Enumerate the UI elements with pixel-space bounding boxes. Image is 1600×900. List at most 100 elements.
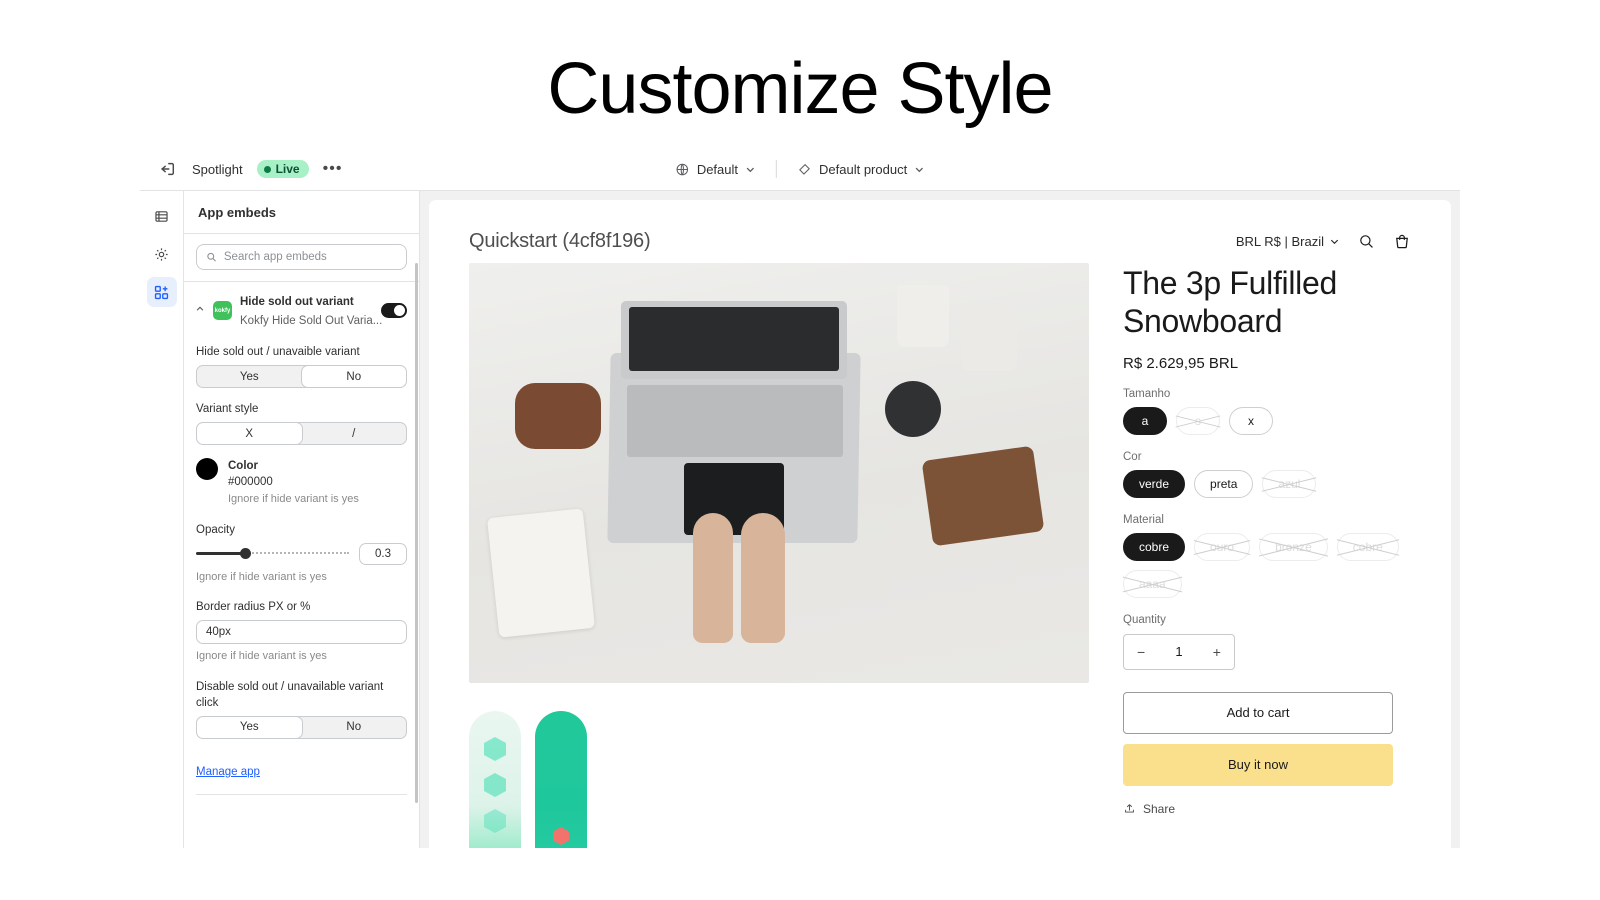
- status-badge-label: Live: [275, 162, 300, 176]
- color-swatch[interactable]: [196, 458, 218, 481]
- app-logo-icon: kokfy: [213, 301, 232, 321]
- option-label-cor: Cor: [1123, 450, 1142, 463]
- editor-icon-rail: [140, 191, 184, 848]
- theme-selector[interactable]: Default: [665, 158, 766, 181]
- variant-pill-unavailable: bronze: [1259, 532, 1328, 561]
- disable-click-label: Disable sold out / unavailable variant c…: [196, 680, 384, 709]
- variant-pill[interactable]: cobre: [1123, 532, 1186, 561]
- color-label: Color: [228, 460, 259, 473]
- thumbnail-board-2[interactable]: [535, 711, 587, 848]
- app-embeds-panel: App embeds kokfy: [184, 191, 420, 848]
- opacity-label: Opacity: [196, 523, 235, 536]
- app-embed-subtitle: Kokfy Hide Sold Out Varia...: [240, 314, 383, 327]
- watch: [885, 381, 941, 437]
- product-media: [469, 263, 1089, 848]
- option-values-cor: verde preta azul: [1123, 469, 1411, 498]
- border-radius-input[interactable]: [196, 620, 407, 645]
- thumbnail-board-1[interactable]: [469, 711, 521, 848]
- add-to-cart-button[interactable]: Add to cart: [1123, 691, 1393, 734]
- buy-it-now-button[interactable]: Buy it now: [1123, 743, 1393, 786]
- cart-icon[interactable]: [1393, 233, 1411, 251]
- store-logo[interactable]: Quickstart (4cf8f196): [469, 230, 651, 253]
- disable-click-option-yes[interactable]: Yes: [197, 716, 302, 738]
- app-embeds-icon[interactable]: [146, 277, 177, 307]
- option-group-material: Material cobre ouro bronze cobre aaaa: [1123, 514, 1411, 598]
- variant-pill[interactable]: a: [1123, 406, 1167, 435]
- search-input[interactable]: [223, 251, 397, 263]
- exit-icon[interactable]: [158, 159, 178, 179]
- disable-click-option-no[interactable]: No: [302, 717, 407, 738]
- status-badge: Live: [256, 160, 309, 178]
- storefront-header-actions: BRL R$ | Brazil: [1236, 233, 1411, 251]
- hand-right: [741, 513, 785, 643]
- manage-app-link[interactable]: Manage app: [196, 766, 260, 778]
- option-label-material: Material: [1123, 513, 1164, 526]
- disable-click-segmented: Yes No: [196, 715, 407, 739]
- hand-left: [693, 513, 733, 643]
- theme-selector-label: Default: [696, 161, 739, 177]
- quantity-stepper[interactable]: − 1 +: [1123, 633, 1235, 670]
- opacity-input[interactable]: [359, 542, 407, 565]
- option-values-tamanho: a s x: [1123, 406, 1411, 435]
- product-layout: The 3p Fulfilled Snowboard R$ 2.629,95 B…: [429, 263, 1451, 848]
- share-button[interactable]: Share: [1123, 802, 1411, 816]
- product-hero-image[interactable]: [469, 263, 1089, 683]
- app-embed-item[interactable]: kokfy Hide sold out variant Kokfy Hide S…: [184, 282, 419, 338]
- panel-bottom-rule: [196, 793, 407, 795]
- variant-pill-unavailable: s: [1176, 406, 1220, 435]
- topbar-divider: [776, 160, 778, 178]
- quantity-increment-button[interactable]: +: [1213, 644, 1221, 660]
- product-thumbnails: [469, 711, 1089, 848]
- share-icon: [1125, 804, 1134, 813]
- sections-icon[interactable]: [147, 201, 177, 231]
- variant-style-option-x[interactable]: X: [197, 423, 302, 445]
- app-embed-settings: Hide sold out / unavaible variant Yes No…: [184, 338, 419, 807]
- opacity-slider[interactable]: [196, 547, 349, 561]
- slider-handle[interactable]: [240, 548, 252, 560]
- slider-track: [244, 552, 349, 555]
- panel-title: App embeds: [184, 191, 419, 234]
- laptop-keyboard: [627, 385, 843, 457]
- topbar-center-group: Default Default product: [665, 158, 935, 181]
- opacity-slider-row: [196, 542, 407, 565]
- search-icon[interactable]: [1358, 233, 1375, 250]
- template-selector[interactable]: Default product: [787, 158, 935, 181]
- chevron-down-icon: [916, 167, 924, 172]
- slider-fill: [196, 552, 245, 556]
- currency-selector[interactable]: BRL R$ | Brazil: [1236, 234, 1340, 249]
- hide-variant-option-yes[interactable]: Yes: [197, 366, 302, 387]
- hide-variant-label: Hide sold out / unavaible variant: [196, 346, 360, 359]
- panel-scrollbar[interactable]: [415, 263, 418, 803]
- option-group-cor: Cor verde preta azul: [1123, 451, 1411, 498]
- variant-pill[interactable]: preta: [1194, 469, 1254, 498]
- variant-style-option-slash[interactable]: /: [302, 423, 407, 444]
- more-options-button[interactable]: •••: [323, 161, 343, 177]
- chevron-up-icon[interactable]: [195, 304, 205, 317]
- option-group-tamanho: Tamanho a s x: [1123, 388, 1411, 435]
- sunglasses: [515, 383, 601, 449]
- hide-variant-segmented: Yes No: [196, 365, 407, 389]
- page-title: Customize Style: [547, 49, 1053, 129]
- storefront-preview: Quickstart (4cf8f196) BRL R$ | Brazil Th…: [429, 200, 1451, 848]
- product-title: The 3p Fulfilled Snowboard: [1123, 265, 1337, 339]
- variant-pill[interactable]: x: [1229, 406, 1273, 435]
- search-box[interactable]: [196, 244, 407, 270]
- border-radius-helper: Ignore if hide variant is yes: [196, 650, 327, 663]
- app-embed-text: Hide sold out variant Kokfy Hide Sold Ou…: [240, 292, 382, 329]
- color-setting-row: Color #000000 Ignore if hide variant is …: [196, 458, 407, 508]
- product-price: R$ 2.629,95 BRL: [1123, 354, 1239, 372]
- variant-pill-unavailable: cobre: [1336, 532, 1399, 561]
- hide-variant-option-no[interactable]: No: [301, 366, 406, 388]
- app-embed-toggle[interactable]: [381, 303, 407, 319]
- search-icon: [207, 252, 216, 262]
- variant-pill[interactable]: verde: [1123, 469, 1186, 498]
- notebook: [486, 508, 596, 638]
- template-selector-label: Default product: [819, 161, 908, 177]
- wallet: [921, 445, 1045, 547]
- color-setting-text: Color #000000 Ignore if hide variant is …: [228, 458, 359, 508]
- app-logo-text: kokfy: [214, 307, 231, 314]
- live-dot-icon: [263, 165, 271, 173]
- quantity-decrement-button[interactable]: −: [1137, 644, 1145, 660]
- theme-settings-icon[interactable]: [147, 239, 177, 269]
- globe-icon: [676, 163, 689, 175]
